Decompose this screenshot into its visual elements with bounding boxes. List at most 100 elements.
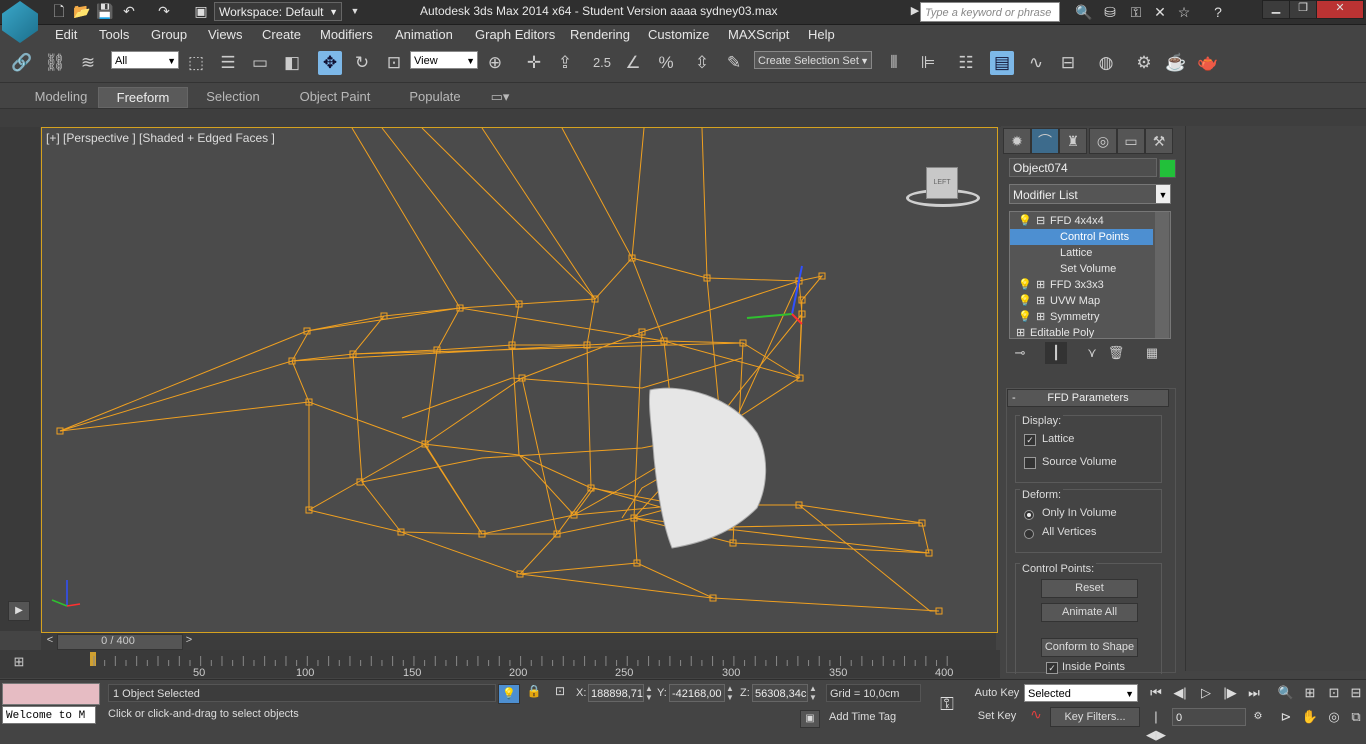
z-coordinate-field[interactable]: 56308,34c bbox=[752, 684, 808, 702]
reset-button[interactable]: Reset bbox=[1041, 579, 1138, 598]
tab-selection[interactable]: Selection bbox=[196, 87, 270, 106]
exchange-icon[interactable]: ✕ bbox=[1150, 3, 1170, 21]
ribbon-toggle-icon[interactable]: ▤ bbox=[990, 51, 1014, 75]
chevron-down-icon[interactable]: ▼ bbox=[346, 3, 364, 20]
curve-editor-icon[interactable]: ∿ bbox=[1024, 51, 1048, 75]
time-tag-icon[interactable]: ▣ bbox=[800, 710, 820, 728]
key-curve-icon[interactable]: ∿ bbox=[1025, 706, 1047, 726]
zoom-all-icon[interactable]: ⊞ bbox=[1300, 684, 1320, 702]
workspace-dropdown[interactable]: Workspace: Default ▼ bbox=[214, 2, 342, 21]
angle-snap-icon[interactable]: ∠ bbox=[621, 51, 645, 75]
mini-curve-editor-icon[interactable]: ⊞ bbox=[8, 654, 30, 672]
next-frame-icon[interactable]: > bbox=[182, 634, 196, 648]
scale-icon[interactable]: ⊡ bbox=[382, 51, 406, 75]
next-frame-icon[interactable]: |▶ bbox=[1220, 684, 1240, 702]
set-keys-icon[interactable]: ⚿ bbox=[932, 694, 962, 714]
add-time-tag[interactable]: Add Time Tag bbox=[829, 711, 896, 723]
bind-spacewarp-icon[interactable]: ≋ bbox=[76, 51, 100, 75]
align-icon[interactable]: ⊫ bbox=[916, 51, 940, 75]
go-to-start-icon[interactable]: ⏮ bbox=[1146, 684, 1166, 702]
configure-sets-icon[interactable]: ▦ bbox=[1141, 342, 1163, 364]
move-icon[interactable]: ✥ bbox=[318, 51, 342, 75]
menu-tools[interactable]: Tools bbox=[99, 27, 129, 42]
maxscript-listener-input[interactable] bbox=[2, 683, 100, 705]
lightbulb-icon[interactable]: 💡 bbox=[1018, 309, 1032, 325]
utilities-tab-icon[interactable]: ⚒ bbox=[1145, 128, 1173, 154]
mirror-icon[interactable]: ⫴ bbox=[882, 51, 906, 75]
lattice-checkbox[interactable]: ✓ bbox=[1024, 434, 1036, 446]
create-tab-icon[interactable]: ✹ bbox=[1003, 128, 1031, 154]
object-color-swatch[interactable] bbox=[1159, 159, 1176, 178]
stack-item[interactable]: 💡 ⊞ UVW Map bbox=[1010, 293, 1153, 309]
stack-item[interactable]: 💡 ⊞ Symmetry bbox=[1010, 309, 1153, 325]
play-icon[interactable]: ▷ bbox=[1196, 684, 1216, 702]
edit-named-sets-icon[interactable]: ✎ bbox=[722, 51, 746, 75]
render-teapot-icon[interactable]: 🫖 bbox=[1196, 51, 1220, 75]
expand-icon[interactable]: ▶ bbox=[8, 601, 30, 621]
unlink-icon[interactable]: ⛓ bbox=[43, 51, 67, 75]
maximize-viewport-icon[interactable]: ⧉ bbox=[1346, 708, 1366, 726]
menu-modifiers[interactable]: Modifiers bbox=[320, 27, 373, 42]
pan-icon[interactable]: ✋ bbox=[1300, 708, 1320, 726]
lightbulb-icon[interactable]: 💡 bbox=[1018, 213, 1032, 229]
stack-item[interactable]: Set Volume bbox=[1010, 261, 1153, 277]
pin-stack-icon[interactable]: ⊸ bbox=[1009, 342, 1031, 364]
time-config-icon[interactable]: ⚙ bbox=[1248, 708, 1268, 726]
maxscript-output[interactable]: Welcome to M bbox=[2, 706, 96, 724]
make-unique-icon[interactable]: ⋎ bbox=[1081, 342, 1103, 364]
track-bar[interactable]: 50 100 150 200 250 300 350 400 bbox=[40, 650, 1000, 679]
y-coordinate-field[interactable]: -42168,00 bbox=[669, 684, 725, 702]
orbit-icon[interactable]: ◎ bbox=[1324, 708, 1344, 726]
tab-populate[interactable]: Populate bbox=[400, 87, 470, 106]
source-volume-checkbox[interactable] bbox=[1024, 457, 1036, 469]
menu-edit[interactable]: Edit bbox=[55, 27, 77, 42]
modifier-stack[interactable]: 💡 ⊟ FFD 4x4x4 Control Points Lattice Set V… bbox=[1009, 211, 1171, 339]
ffd-parameters-header[interactable]: - FFD Parameters bbox=[1007, 389, 1169, 407]
minimize-button[interactable]: ▁ bbox=[1262, 0, 1290, 19]
inside-points-checkbox[interactable]: ✓ bbox=[1046, 662, 1058, 674]
y-spinner[interactable]: ▲ ▼ bbox=[726, 684, 734, 702]
lightbulb-icon[interactable]: 💡 bbox=[1018, 277, 1032, 293]
rendered-frame-icon[interactable]: ☕ bbox=[1164, 51, 1188, 75]
x-coordinate-field[interactable]: 188898,71 bbox=[588, 684, 644, 702]
selection-lock-icon[interactable]: 🔒 bbox=[526, 684, 542, 702]
undo-icon[interactable]: ↶ bbox=[120, 3, 138, 20]
tab-freeform[interactable]: Freeform bbox=[98, 87, 188, 108]
menu-customize[interactable]: Customize bbox=[648, 27, 709, 42]
reference-coordinate-dropdown[interactable]: View ▼ bbox=[410, 51, 478, 69]
project-folder-icon[interactable]: ▣ bbox=[192, 3, 210, 20]
favorites-star-icon[interactable]: ☆ bbox=[1174, 3, 1194, 21]
select-manipulate-icon[interactable]: ✛ bbox=[522, 51, 546, 75]
conform-to-shape-button[interactable]: Conform to Shape bbox=[1041, 638, 1138, 657]
all-vertices-radio[interactable] bbox=[1024, 529, 1034, 539]
window-crossing-icon[interactable]: ◧ bbox=[280, 51, 304, 75]
open-file-icon[interactable]: 📂 bbox=[73, 3, 91, 20]
save-file-icon[interactable]: 💾 bbox=[96, 3, 114, 20]
schematic-view-icon[interactable]: ⊟ bbox=[1056, 51, 1080, 75]
menu-animation[interactable]: Animation bbox=[395, 27, 453, 42]
hierarchy-tab-icon[interactable]: ♜ bbox=[1059, 128, 1087, 154]
menu-graph-editors[interactable]: Graph Editors bbox=[475, 27, 555, 42]
help-icon[interactable]: ? bbox=[1208, 3, 1228, 21]
spinner-snap-icon[interactable]: ⇳ bbox=[690, 51, 714, 75]
rect-selection-icon[interactable]: ▭ bbox=[248, 51, 272, 75]
search-input[interactable]: Type a keyword or phrase bbox=[920, 2, 1060, 22]
x-spinner[interactable]: ▲ ▼ bbox=[645, 684, 653, 702]
remove-modifier-icon[interactable]: 🗑 bbox=[1105, 342, 1127, 364]
isolate-selection-icon[interactable]: 💡 bbox=[498, 684, 520, 704]
menu-maxscript[interactable]: MAXScript bbox=[728, 27, 789, 42]
redo-icon[interactable]: ↷ bbox=[155, 3, 173, 20]
selection-filter-dropdown[interactable]: All ▼ bbox=[111, 51, 179, 69]
select-by-name-icon[interactable]: ☰ bbox=[216, 51, 240, 75]
time-slider[interactable]: < 0 / 400 > bbox=[41, 633, 996, 650]
new-file-icon[interactable]: 🗋 bbox=[50, 3, 68, 20]
stack-item[interactable]: 💡 ⊞ FFD 3x3x3 bbox=[1010, 277, 1153, 293]
previous-frame-icon[interactable]: ◀| bbox=[1170, 684, 1190, 702]
select-object-icon[interactable]: ⬚ bbox=[184, 51, 208, 75]
ribbon-options-icon[interactable]: ▭▾ bbox=[486, 87, 514, 106]
menu-views[interactable]: Views bbox=[208, 27, 242, 42]
prev-frame-icon[interactable]: < bbox=[43, 634, 57, 648]
field-of-view-icon[interactable]: ⊳ bbox=[1276, 708, 1296, 726]
set-key-button[interactable]: Set Key bbox=[973, 707, 1021, 725]
key-icon[interactable]: ⚿ bbox=[1126, 3, 1146, 21]
